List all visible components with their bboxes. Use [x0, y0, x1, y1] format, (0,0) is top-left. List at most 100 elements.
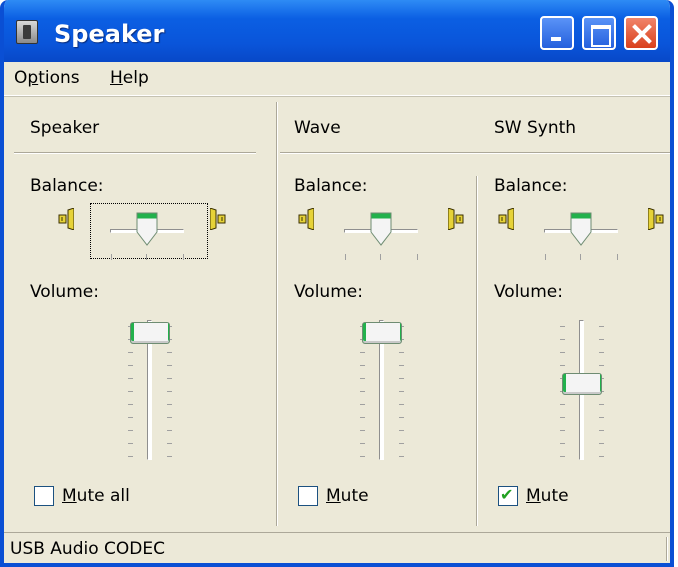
accelerator-key: M: [326, 486, 341, 506]
balance-slider-wave[interactable]: [334, 206, 428, 260]
menu-options-label: Options: [14, 68, 80, 88]
slider-tick: [360, 430, 365, 431]
volume-slider-sw-synth[interactable]: [556, 316, 608, 464]
accelerator-key: M: [62, 486, 77, 506]
volume-thumb[interactable]: [562, 373, 602, 395]
speaker-left-icon: [298, 208, 314, 230]
slider-tick: [128, 443, 133, 444]
menu-options[interactable]: Options: [14, 68, 80, 88]
slider-tick: [167, 352, 172, 353]
slider-tick: [399, 456, 404, 457]
volume-thumb[interactable]: [130, 322, 170, 344]
mixer-window: Speaker Options Help Speaker Balance: Vo…: [0, 0, 674, 567]
speaker-right-icon: [448, 208, 464, 230]
volume-thumb[interactable]: [362, 322, 402, 344]
mute-all-checkbox[interactable]: [34, 486, 54, 506]
slider-tick: [360, 378, 365, 379]
balance-thumb[interactable]: [570, 212, 592, 246]
slider-tick: [360, 352, 365, 353]
slider-tick: [599, 404, 604, 405]
volume-label: Volume:: [294, 282, 363, 302]
slider-tick: [167, 456, 172, 457]
slider-tick: [599, 430, 604, 431]
slider-tick: [167, 391, 172, 392]
minimize-button[interactable]: [540, 16, 574, 50]
slider-tick: [167, 443, 172, 444]
title-bar[interactable]: Speaker: [4, 0, 670, 62]
panel-divider: [476, 176, 478, 526]
balance-slider-sw-synth[interactable]: [534, 206, 628, 260]
speaker-right-icon: [210, 208, 226, 230]
status-separator: [666, 537, 668, 561]
check-mark-icon: ✔: [500, 485, 514, 504]
slider-tick: [599, 326, 604, 327]
slider-tick: [599, 417, 604, 418]
slider-tick: [617, 254, 618, 260]
slider-tick: [360, 443, 365, 444]
slider-tick: [360, 417, 365, 418]
menu-help[interactable]: Help: [110, 68, 149, 88]
slider-tick: [599, 365, 604, 366]
volume-label: Volume:: [494, 282, 563, 302]
mute-label: Mute: [526, 486, 569, 506]
speaker-left-icon: [498, 208, 514, 230]
slider-tick: [128, 456, 133, 457]
slider-tick: [399, 404, 404, 405]
slider-tick: [417, 254, 418, 260]
slider-tick: [399, 365, 404, 366]
channel-name-speaker: Speaker: [30, 118, 100, 138]
balance-thumb[interactable]: [370, 212, 392, 246]
slider-tick: [599, 339, 604, 340]
channel-name-wave: Wave: [294, 118, 341, 138]
slider-tick: [560, 456, 565, 457]
slider-tick: [167, 417, 172, 418]
slider-tick: [560, 417, 565, 418]
slider-tick: [560, 326, 565, 327]
maximize-button[interactable]: [582, 16, 616, 50]
balance-label: Balance:: [30, 176, 104, 196]
accelerator-key: H: [110, 68, 123, 88]
separator: [14, 152, 256, 154]
volume-label: Volume:: [30, 282, 99, 302]
slider-tick: [128, 365, 133, 366]
volume-slider-wave[interactable]: [356, 316, 408, 464]
separator: [280, 152, 670, 154]
slider-tick: [146, 254, 147, 260]
app-icon[interactable]: [16, 20, 38, 44]
window-title: Speaker: [54, 20, 165, 48]
menu-bar: Options Help: [4, 62, 670, 96]
slider-tick: [399, 378, 404, 379]
mute-checkbox-wave[interactable]: [298, 486, 318, 506]
slider-tick: [399, 417, 404, 418]
slider-tick: [360, 365, 365, 366]
mute-checkbox-sw-synth[interactable]: ✔: [498, 485, 518, 506]
slider-tick: [560, 430, 565, 431]
slider-tick: [560, 404, 565, 405]
status-bar: USB Audio CODEC: [4, 532, 670, 563]
slider-tick: [560, 443, 565, 444]
slider-tick: [128, 430, 133, 431]
slider-tick: [599, 456, 604, 457]
volume-slider-speaker[interactable]: [124, 316, 176, 464]
slider-tick: [399, 391, 404, 392]
balance-slider-speaker[interactable]: [100, 206, 194, 260]
balance-label: Balance:: [294, 176, 368, 196]
slider-tick: [545, 254, 546, 260]
close-button[interactable]: [624, 16, 658, 50]
balance-thumb[interactable]: [136, 212, 158, 246]
slider-tick: [167, 378, 172, 379]
slider-tick: [580, 254, 581, 260]
speaker-left-icon: [58, 208, 74, 230]
status-text: USB Audio CODEC: [10, 539, 165, 559]
slider-tick: [399, 430, 404, 431]
slider-tick: [360, 391, 365, 392]
slider-tick: [380, 254, 381, 260]
slider-tick: [599, 352, 604, 353]
slider-tick: [111, 254, 112, 260]
slider-tick: [345, 254, 346, 260]
slider-tick: [128, 417, 133, 418]
slider-tick: [167, 430, 172, 431]
speaker-right-icon: [648, 208, 664, 230]
slider-tick: [183, 254, 184, 260]
slider-tick: [167, 404, 172, 405]
